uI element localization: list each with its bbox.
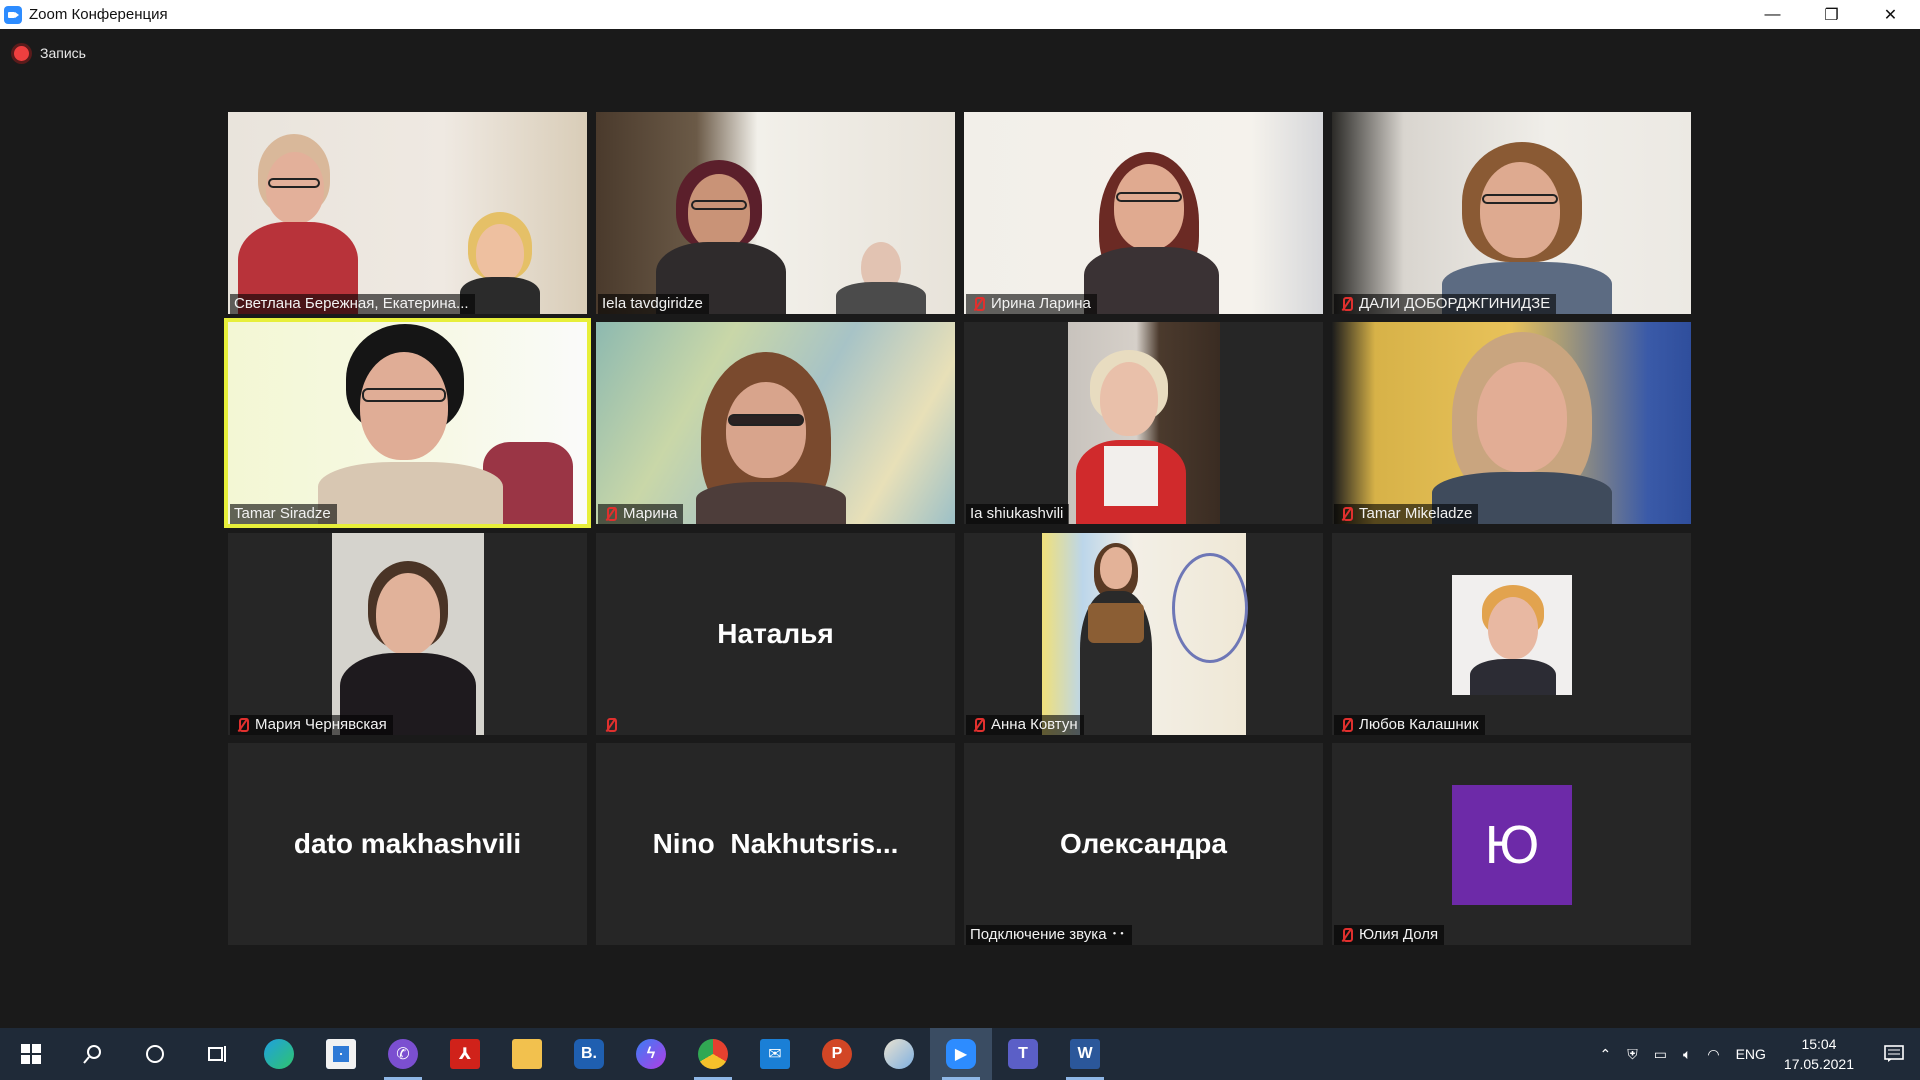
- messenger-icon[interactable]: ϟ: [620, 1028, 682, 1080]
- battery-icon[interactable]: ▭: [1654, 1046, 1667, 1063]
- search-icon[interactable]: [62, 1028, 124, 1080]
- mic-muted-icon: [1338, 717, 1354, 733]
- participant-tile[interactable]: Любов Калашник: [1332, 533, 1691, 735]
- participant-tile[interactable]: Наталья: [596, 533, 955, 735]
- mic-muted-icon: [602, 506, 618, 522]
- clock-time: 15:04: [1801, 1036, 1837, 1052]
- participant-tile[interactable]: ДАЛИ ДОБОРДЖГИНИДЗЕ: [1332, 112, 1691, 314]
- participant-name: Ирина Ларина: [966, 294, 1097, 314]
- participant-display-name: Наталья: [717, 618, 834, 649]
- security-icon[interactable]: ⛨: [1627, 1046, 1638, 1063]
- recording-label: Запись: [40, 45, 86, 61]
- participant-tile[interactable]: Ia shiukashvili: [964, 322, 1323, 524]
- paint-icon[interactable]: [868, 1028, 930, 1080]
- participant-display-name: Олександра: [1060, 828, 1227, 859]
- participant-name: Tamar Siradze: [230, 504, 337, 524]
- participant-tile[interactable]: Ю Юлия Доля: [1332, 743, 1691, 945]
- participant-name: ДАЛИ ДОБОРДЖГИНИДЗЕ: [1334, 294, 1557, 314]
- word-icon[interactable]: W: [1054, 1028, 1116, 1080]
- participant-name: Светлана Бережная, Екатерина...: [230, 294, 475, 314]
- wifi-icon[interactable]: ◠: [1707, 1046, 1719, 1063]
- participant-name: Любов Калашник: [1334, 715, 1485, 735]
- edge-icon[interactable]: [248, 1028, 310, 1080]
- recording-indicator[interactable]: Запись: [14, 45, 86, 61]
- viber-icon[interactable]: ✆: [372, 1028, 434, 1080]
- participant-name: Ia shiukashvili: [966, 504, 1070, 524]
- participant-tile[interactable]: Nino Nakhutsris...: [596, 743, 955, 945]
- participant-tile[interactable]: Tamar Mikeladze: [1332, 322, 1691, 524]
- participant-display-name: Nino Nakhutsris...: [652, 828, 899, 859]
- windows-taskbar: ✆ ⅄ B. ϟ ✉ P ▶ T W ⌃ ⛨ ▭ 🔈︎ ◠ ENG 15:04 …: [0, 1028, 1920, 1080]
- participant-tile[interactable]: Олександра Подключение звука ･･: [964, 743, 1323, 945]
- participant-tile[interactable]: Мария Чернявская: [228, 533, 587, 735]
- windows-logo-icon: [21, 1044, 41, 1064]
- participant-tile[interactable]: Анна Ковтун: [964, 533, 1323, 735]
- participant-name: Iela tavdgiridze: [598, 294, 709, 314]
- participant-name: Мария Чернявская: [230, 715, 393, 735]
- mic-muted-icon: [1338, 927, 1354, 943]
- participant-name: [598, 715, 629, 735]
- volume-muted-icon[interactable]: 🔈︎: [1683, 1046, 1691, 1063]
- zoom-app-icon: [4, 5, 22, 24]
- gallery-grid: Светлана Бережная, Екатерина... Iela tav…: [224, 112, 1692, 975]
- restore-button[interactable]: ❐: [1802, 0, 1861, 29]
- participant-tile[interactable]: Ирина Ларина: [964, 112, 1323, 314]
- cortana-icon[interactable]: [124, 1028, 186, 1080]
- close-button[interactable]: ✕: [1861, 0, 1920, 29]
- store-icon[interactable]: [310, 1028, 372, 1080]
- teams-icon[interactable]: T: [992, 1028, 1054, 1080]
- participant-name: Tamar Mikeladze: [1334, 504, 1479, 524]
- b-app-icon[interactable]: B.: [558, 1028, 620, 1080]
- minimize-button[interactable]: —: [1743, 0, 1802, 29]
- task-view-icon[interactable]: [186, 1028, 248, 1080]
- mic-muted-icon: [1338, 296, 1354, 312]
- recording-dot-icon: [14, 45, 29, 61]
- notifications-icon[interactable]: [1868, 1028, 1920, 1080]
- participant-display-name: dato makhashvili: [293, 828, 522, 859]
- participant-name: Анна Ковтун: [966, 715, 1084, 735]
- mic-muted-icon: [970, 296, 986, 312]
- mail-icon[interactable]: ✉: [744, 1028, 806, 1080]
- powerpoint-icon[interactable]: P: [806, 1028, 868, 1080]
- chrome-icon[interactable]: [682, 1028, 744, 1080]
- clock[interactable]: 15:04 17.05.2021: [1784, 1034, 1854, 1074]
- mic-muted-icon: [234, 717, 250, 733]
- participant-name: Юлия Доля: [1334, 925, 1445, 945]
- window-controls: — ❐ ✕: [1743, 0, 1920, 29]
- zoom-taskbar-icon[interactable]: ▶: [930, 1028, 992, 1080]
- participant-tile[interactable]: Марина: [596, 322, 955, 524]
- start-button[interactable]: [0, 1028, 62, 1080]
- mic-muted-icon: [602, 717, 618, 733]
- participant-tile[interactable]: Iela tavdgiridze: [596, 112, 955, 314]
- participant-name: Марина: [598, 504, 684, 524]
- system-tray: ⌃ ⛨ ▭ 🔈︎ ◠ ENG 15:04 17.05.2021: [1591, 1028, 1920, 1080]
- meeting-view: Запись Светлана Бережная, Екатерина... I…: [0, 29, 1920, 1028]
- connecting-audio-status: Подключение звука ･･: [966, 925, 1132, 945]
- participant-tile-active-speaker[interactable]: Tamar Siradze: [224, 318, 591, 528]
- language-indicator[interactable]: ENG: [1736, 1046, 1766, 1062]
- show-hidden-icons-icon[interactable]: ⌃: [1599, 1046, 1611, 1063]
- avatar: Ю: [1452, 785, 1572, 905]
- window-title: Zoom Конференция: [29, 6, 168, 23]
- participant-tile[interactable]: Светлана Бережная, Екатерина...: [228, 112, 587, 314]
- file-explorer-icon[interactable]: [496, 1028, 558, 1080]
- participant-tile[interactable]: dato makhashvili: [228, 743, 587, 945]
- acrobat-icon[interactable]: ⅄: [434, 1028, 496, 1080]
- mic-muted-icon: [970, 717, 986, 733]
- mic-muted-icon: [1338, 506, 1354, 522]
- clock-date: 17.05.2021: [1783, 1056, 1854, 1072]
- title-bar: Zoom Конференция — ❐ ✕: [0, 0, 1920, 29]
